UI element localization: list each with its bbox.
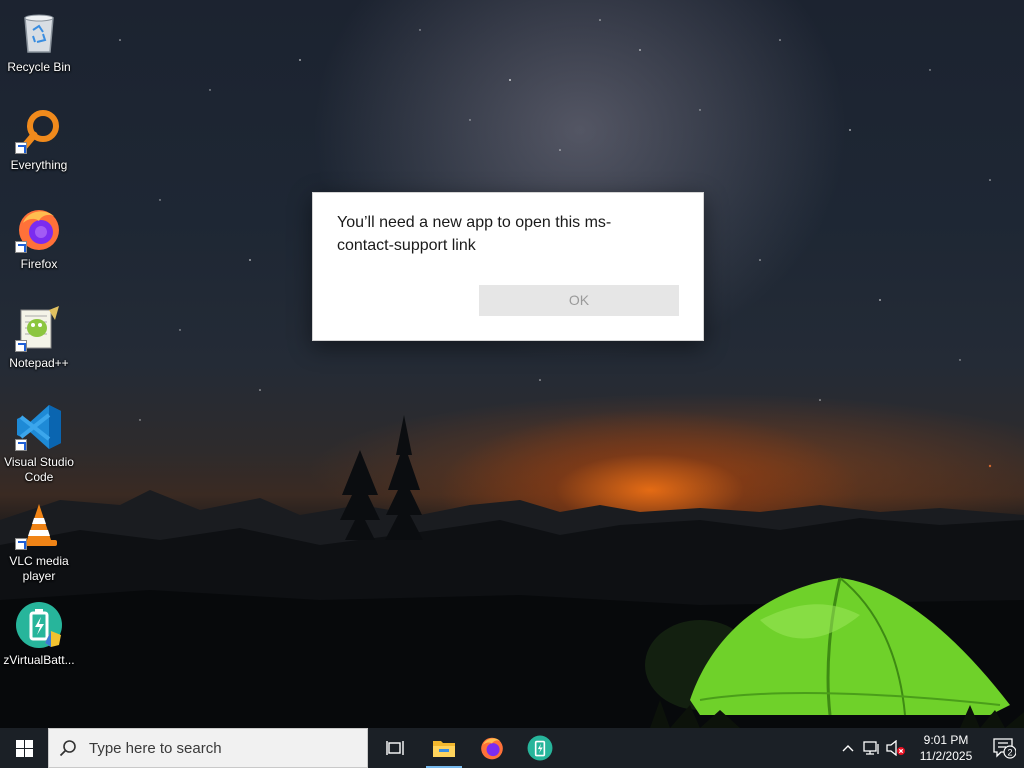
everything-search-icon bbox=[15, 106, 63, 154]
shortcut-arrow-icon bbox=[15, 142, 27, 154]
zvirtualbattery-icon bbox=[15, 601, 63, 649]
start-button[interactable] bbox=[0, 728, 48, 768]
taskbar: Type here to search 9:01 PM 11/2/2025 2 bbox=[0, 728, 1024, 768]
notepad-plus-plus-icon bbox=[15, 304, 63, 352]
desktop-icon-recycle-bin[interactable]: Recycle Bin bbox=[0, 8, 78, 75]
recycle-bin-icon bbox=[15, 8, 63, 56]
desktop-icon-label: Firefox bbox=[20, 257, 58, 271]
taskbar-search-box[interactable]: Type here to search bbox=[48, 728, 368, 768]
desktop-icon-label: Recycle Bin bbox=[7, 60, 71, 74]
wallpaper-scene bbox=[0, 19, 1024, 728]
zvirtualbattery-icon bbox=[527, 735, 553, 761]
desktop-icon-vscode[interactable]: Visual Studio Code bbox=[0, 403, 78, 485]
notification-count: 2 bbox=[1007, 748, 1012, 758]
desktop-icon-firefox[interactable]: Firefox bbox=[0, 205, 78, 272]
desktop-icon-vlc[interactable]: VLC media player bbox=[0, 502, 78, 584]
network-button[interactable] bbox=[860, 728, 884, 768]
shortcut-arrow-icon bbox=[15, 439, 27, 451]
file-explorer-icon bbox=[433, 741, 455, 757]
desktop-icon-everything[interactable]: Everything bbox=[0, 106, 78, 173]
desktop-icon-label: Notepad++ bbox=[9, 356, 69, 370]
show-hidden-icons-button[interactable] bbox=[836, 728, 860, 768]
ok-button[interactable]: OK bbox=[479, 285, 679, 316]
taskbar-file-explorer[interactable] bbox=[420, 728, 468, 768]
firefox-icon bbox=[481, 737, 503, 760]
desktop-icon-zvirtualbattery[interactable]: zVirtualBatt... bbox=[0, 601, 78, 668]
desktop-wallpaper bbox=[0, 0, 1024, 728]
task-view-button[interactable] bbox=[372, 728, 420, 768]
taskbar-firefox[interactable] bbox=[468, 728, 516, 768]
shortcut-arrow-icon bbox=[15, 538, 27, 550]
shortcut-arrow-icon bbox=[15, 340, 27, 352]
clock[interactable]: 9:01 PM 11/2/2025 bbox=[908, 732, 984, 764]
desktop-icon-label: VLC media player bbox=[9, 554, 69, 583]
open-link-dialog: You’ll need a new app to open this ms-co… bbox=[312, 192, 704, 341]
search-icon bbox=[59, 740, 76, 757]
volume-muted-icon bbox=[886, 740, 905, 756]
clock-time: 9:01 PM bbox=[923, 733, 969, 747]
vscode-icon bbox=[15, 403, 63, 451]
desktop-icon-label: zVirtualBatt... bbox=[3, 653, 75, 667]
firefox-icon bbox=[15, 205, 63, 253]
network-icon bbox=[863, 741, 879, 755]
system-tray: 9:01 PM 11/2/2025 2 bbox=[836, 728, 1024, 768]
notification-icon: 2 bbox=[993, 738, 1016, 759]
action-center-button[interactable]: 2 bbox=[984, 728, 1024, 768]
windows-logo-icon bbox=[15, 739, 33, 757]
clock-date: 11/2/2025 bbox=[919, 749, 973, 763]
dialog-message: You’ll need a new app to open this ms-co… bbox=[337, 214, 612, 254]
volume-button[interactable] bbox=[884, 728, 908, 768]
task-view-icon bbox=[386, 741, 404, 755]
shortcut-arrow-icon bbox=[15, 241, 27, 253]
desktop-icon-label: Visual Studio Code bbox=[4, 455, 74, 484]
search-placeholder: Type here to search bbox=[89, 739, 222, 757]
desktop-icon-label: Everything bbox=[10, 158, 68, 172]
desktop-icon-notepad-plus-plus[interactable]: Notepad++ bbox=[0, 304, 78, 371]
vlc-icon bbox=[15, 502, 63, 550]
taskbar-zvirtualbattery[interactable] bbox=[516, 728, 564, 768]
chevron-up-icon bbox=[842, 745, 854, 752]
